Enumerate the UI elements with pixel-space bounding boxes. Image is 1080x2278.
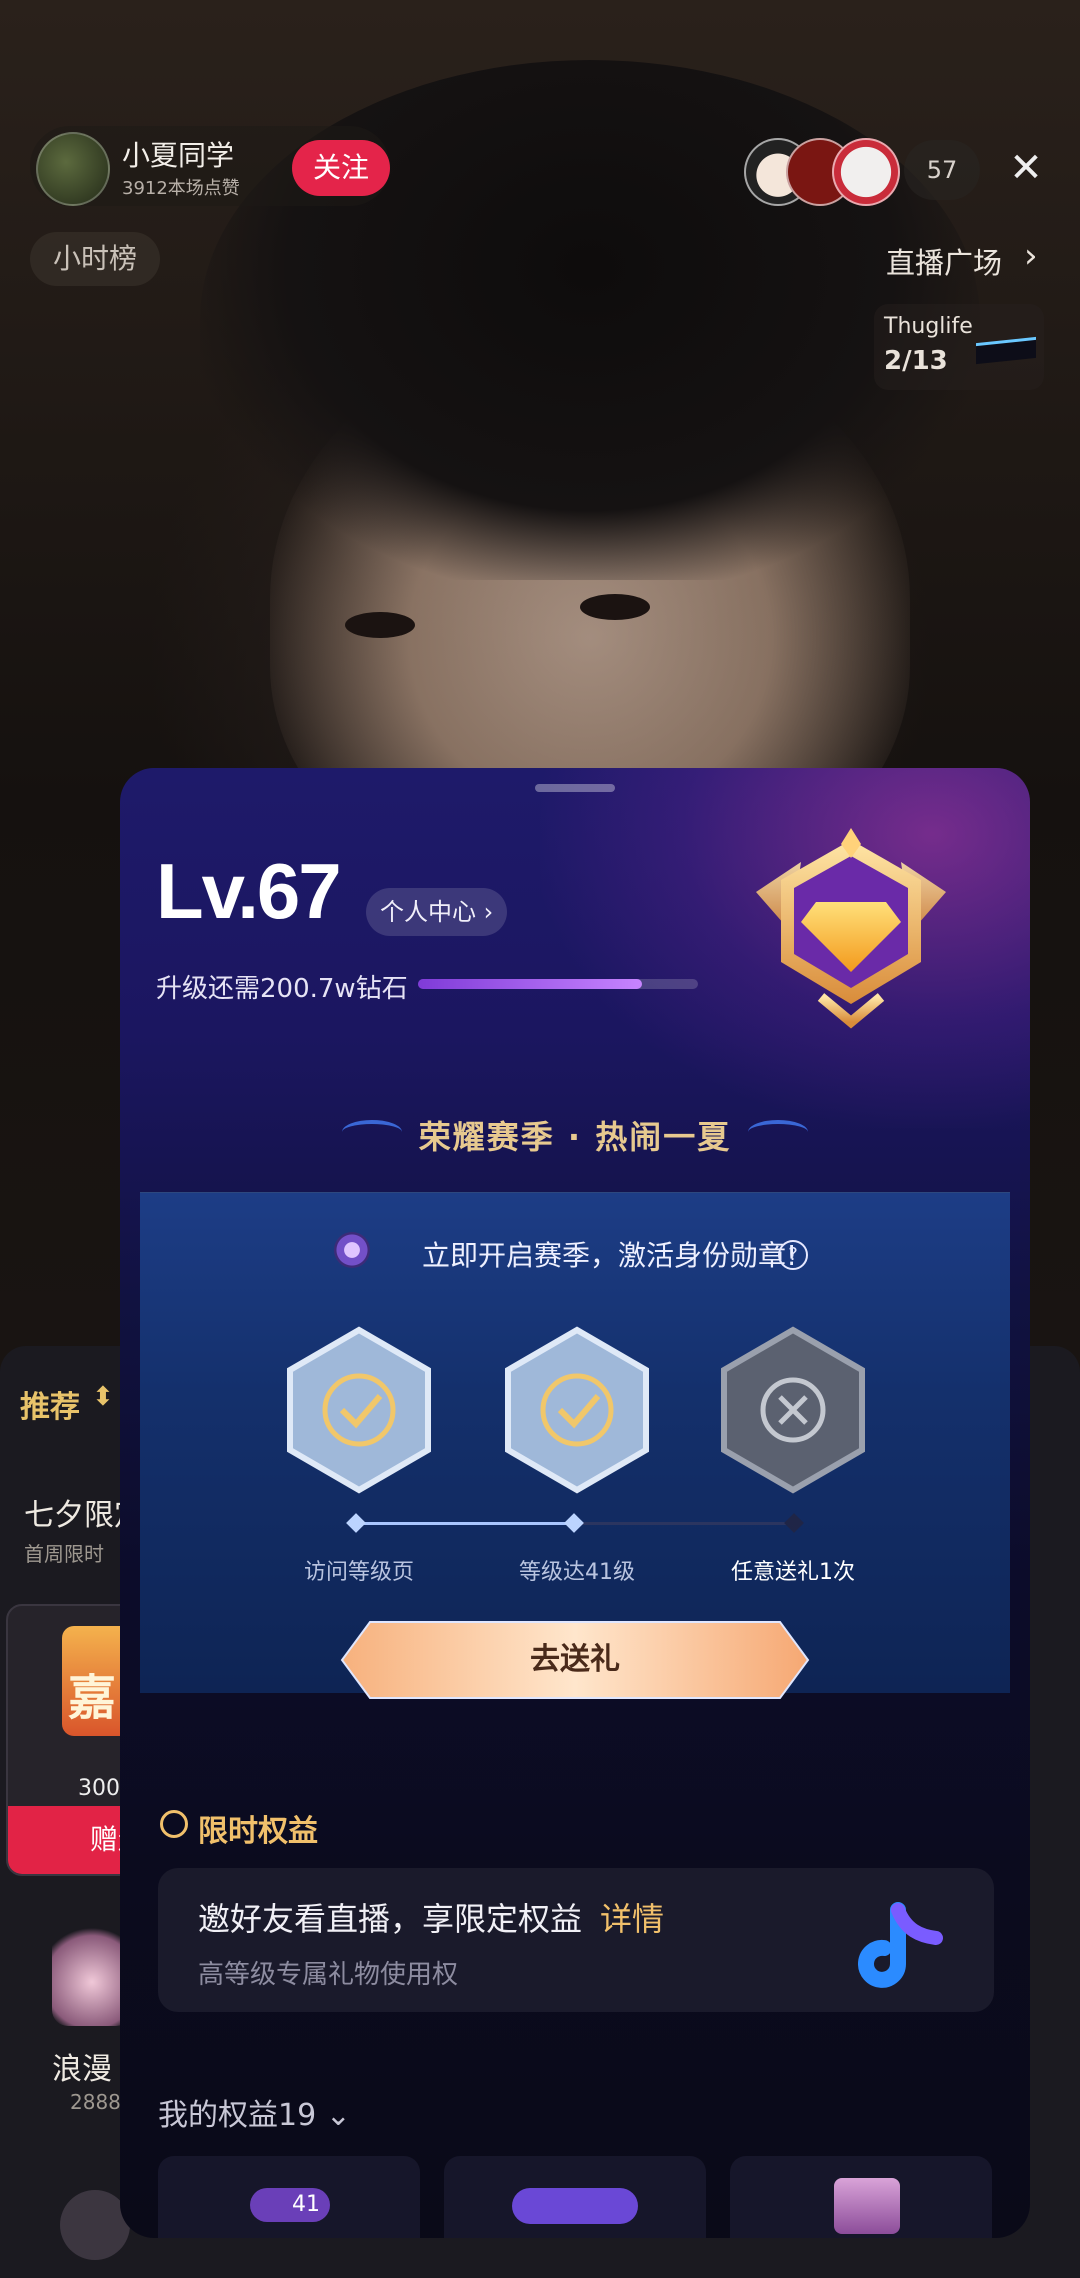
clock-icon xyxy=(160,1810,188,1838)
level-value: Lv.67 xyxy=(156,847,342,935)
step-label: 访问等级页 xyxy=(303,1560,414,1585)
step-connector xyxy=(574,1522,794,1525)
step-done-hex-icon xyxy=(505,1326,649,1494)
gift-banner-subtitle: 首周限时 xyxy=(24,1542,104,1566)
benefit-pill-icon xyxy=(512,2188,638,2224)
live-top-bar: 小夏同学 3912本场点赞 关注 57 ✕ xyxy=(0,118,1080,218)
my-benefits-label: 我的权益19 xyxy=(158,2098,317,2133)
level-progress-fill xyxy=(418,979,642,989)
tiktok-logo-icon xyxy=(858,1902,943,1988)
season-badge-icon xyxy=(334,1232,370,1268)
help-icon[interactable]: ? xyxy=(778,1240,808,1270)
level-progress-bar xyxy=(418,979,698,989)
hour-rank-button[interactable]: 小时榜 xyxy=(30,232,160,286)
invite-title: 邀好友看直播，享限定权益 xyxy=(198,1900,583,1938)
step-label: 任意送礼1次 xyxy=(731,1560,855,1585)
level-badge-icon xyxy=(756,828,946,1029)
streamer-eye-right xyxy=(580,594,650,620)
viewer-avatar[interactable] xyxy=(832,138,900,206)
viewer-count[interactable]: 57 xyxy=(904,140,980,200)
close-icon[interactable]: ✕ xyxy=(1006,148,1046,188)
invite-subtitle: 高等级专属礼物使用权 xyxy=(198,1960,459,1990)
limited-benefits-title: 限时权益 xyxy=(198,1814,318,1849)
step-done-hex-icon xyxy=(287,1326,431,1494)
treasure-chest-icon xyxy=(834,2178,900,2234)
streamer-eye-left xyxy=(345,612,415,638)
season-description: 立即开启赛季，激活身份勋章! xyxy=(422,1239,798,1272)
season-title: 荣耀赛季 · 热闹一夏 xyxy=(418,1118,732,1156)
gift-image-label: 嘉 xyxy=(68,1670,117,1726)
host-name: 小夏同学 xyxy=(122,139,235,172)
drag-handle[interactable] xyxy=(535,784,615,792)
host-like-count: 3912本场点赞 xyxy=(122,178,240,199)
step-label: 等级达41级 xyxy=(519,1560,635,1585)
chevron-right-icon[interactable]: › xyxy=(1024,236,1038,276)
gift-name: 浪漫 xyxy=(52,2052,112,2087)
thuglife-title: Thuglife xyxy=(884,314,973,339)
follow-button[interactable]: 关注 xyxy=(292,140,390,196)
personal-center-button[interactable]: 个人中心 › xyxy=(366,888,508,936)
invite-detail-link[interactable]: 详情 xyxy=(600,1894,664,1940)
host-avatar[interactable] xyxy=(36,132,110,206)
level-modal: Lv.67 个人中心 › 升级还需200.7w钻石 荣耀赛季 · 热闹一夏 立即… xyxy=(120,768,1030,2238)
step-connector xyxy=(356,1522,574,1525)
thuglife-progress: 2/13 xyxy=(884,346,948,376)
live-plaza-link[interactable]: 直播广场 xyxy=(886,240,1002,282)
my-benefits-link[interactable]: 我的权益19 ⌄ xyxy=(158,2090,351,2134)
level-badge: 41 xyxy=(250,2188,330,2222)
chevron-down-icon: ⌄ xyxy=(316,2098,351,2133)
step-pending-hex-icon xyxy=(721,1326,865,1494)
sort-icon[interactable]: ⬍ xyxy=(92,1382,114,1412)
tab-recommend[interactable]: 推荐 xyxy=(20,1382,80,1426)
go-gift-label[interactable]: 去送礼 xyxy=(340,1620,810,1700)
upgrade-requirement: 升级还需200.7w钻石 xyxy=(156,974,408,1004)
